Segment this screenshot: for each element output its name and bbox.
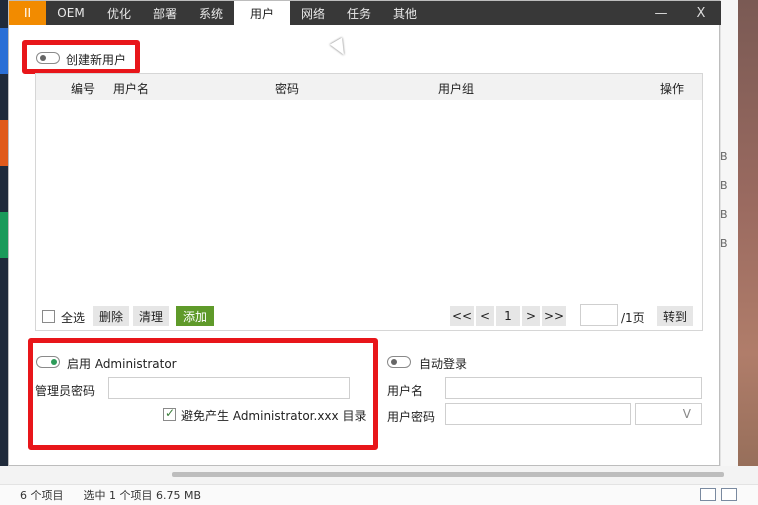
current-page[interactable]: 1 (496, 306, 520, 326)
desktop-app-tile (0, 28, 8, 74)
select-all-checkbox[interactable] (42, 310, 55, 323)
avoid-dir-checkbox[interactable]: ✓ (163, 406, 176, 421)
tab-network[interactable]: 网络 (290, 1, 336, 25)
avoid-dir-label: 避免产生 Administrator.xxx 目录 (181, 409, 367, 423)
prev-page-button[interactable]: < (476, 306, 494, 326)
app-window: II OEM 优化 部署 系统 用户 网络 任务 其他 — X 创建新用户 编号… (8, 0, 721, 466)
close-button[interactable]: X (681, 1, 721, 25)
autologin-username-input[interactable] (445, 377, 702, 399)
autologin-username-label: 用户名 (387, 384, 424, 398)
admin-password-input[interactable] (108, 377, 350, 399)
create-user-label: 创建新用户 (66, 53, 127, 67)
select-all-label: 全选 (61, 311, 86, 325)
first-page-button[interactable]: << (450, 306, 474, 326)
clear-button[interactable]: 清理 (133, 306, 169, 326)
file-size-unit: B (720, 208, 728, 221)
last-page-button[interactable]: >> (542, 306, 566, 326)
autologin-password-label: 用户密码 (387, 410, 436, 424)
delete-button[interactable]: 删除 (93, 306, 129, 326)
goto-button[interactable]: 转到 (657, 306, 693, 326)
file-size-unit: B (720, 150, 728, 163)
check-icon: ✓ (165, 406, 176, 420)
total-pages: /1页 (621, 311, 645, 325)
tab-tasks[interactable]: 任务 (336, 1, 382, 25)
toggle-knob (40, 55, 46, 61)
details-view-icon[interactable] (700, 488, 716, 501)
admin-toggle-label: 启用 Administrator (67, 357, 177, 371)
autologin-toggle[interactable] (387, 356, 411, 368)
tiles-view-icon[interactable] (721, 488, 737, 501)
file-size-unit: B (720, 179, 728, 192)
autologin-label: 自动登录 (419, 357, 468, 371)
tab-optimize[interactable]: 优化 (96, 1, 142, 25)
file-size-unit: B (720, 237, 728, 250)
autologin-dropdown[interactable]: V (635, 403, 702, 425)
col-username: 用户名 (113, 82, 150, 96)
tab-pause[interactable]: II (9, 1, 46, 25)
toggle-knob (51, 359, 57, 365)
desktop-left-strip (0, 0, 8, 505)
autologin-password-input[interactable] (445, 403, 631, 425)
col-actions: 操作 (660, 82, 685, 96)
next-page-button[interactable]: > (522, 306, 540, 326)
minimize-button[interactable]: — (641, 1, 681, 25)
window-controls: — X (641, 1, 721, 25)
selection-info: 选中 1 个项目 6.75 MB (83, 489, 202, 502)
toggle-knob (391, 359, 397, 365)
col-password: 密码 (275, 82, 300, 96)
tab-oem[interactable]: OEM (46, 1, 96, 25)
item-count: 6 个项目 (20, 489, 64, 502)
add-button[interactable]: 添加 (176, 306, 214, 326)
user-table: 编号 用户名 密码 用户组 操作 全选 删除 清理 添加 << < 1 > >>… (35, 73, 703, 331)
col-id: 编号 (71, 82, 96, 96)
tab-deploy[interactable]: 部署 (142, 1, 188, 25)
tab-system[interactable]: 系统 (188, 1, 234, 25)
tab-users[interactable]: 用户 (234, 1, 290, 25)
create-user-toggle[interactable] (36, 52, 60, 64)
tab-other[interactable]: 其他 (382, 1, 428, 25)
explorer-status-bar: 6 个项目 选中 1 个项目 6.75 MB (0, 484, 758, 505)
desktop-app-tile (0, 120, 8, 166)
admin-toggle[interactable] (36, 356, 60, 368)
col-group: 用户组 (438, 82, 475, 96)
tab-bar: II OEM 优化 部署 系统 用户 网络 任务 其他 — X (9, 1, 721, 25)
horizontal-scrollbar[interactable] (172, 472, 724, 477)
admin-password-label: 管理员密码 (35, 384, 96, 398)
page-number-input[interactable] (580, 304, 618, 326)
table-header: 编号 用户名 密码 用户组 操作 (36, 74, 702, 100)
desktop-app-tile (0, 212, 8, 258)
